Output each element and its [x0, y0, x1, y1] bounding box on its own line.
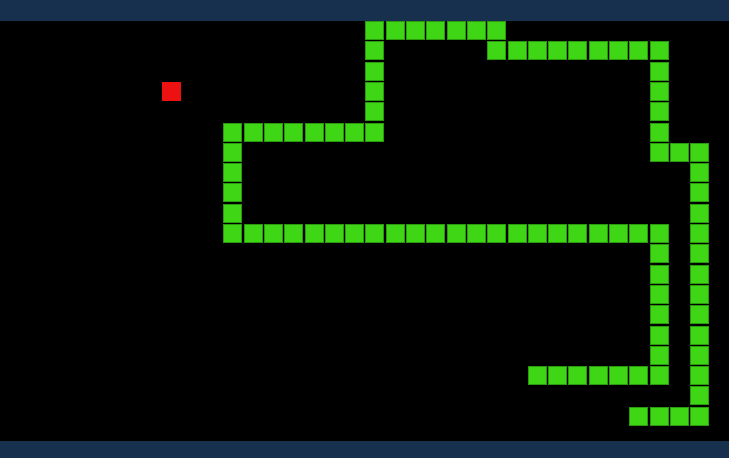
snake-segment — [650, 62, 669, 81]
snake-segment — [365, 62, 384, 81]
snake-segment — [447, 21, 466, 40]
snake-segment — [223, 143, 242, 162]
snake-segment — [589, 224, 608, 243]
snake-segment — [487, 224, 506, 243]
bottom-bar — [0, 441, 729, 458]
snake-segment — [690, 204, 709, 223]
snake-segment — [650, 41, 669, 60]
snake-segment — [528, 41, 547, 60]
snake-segment — [223, 123, 242, 142]
snake-segment — [629, 224, 648, 243]
snake-segment — [670, 407, 689, 426]
snake-segment — [650, 305, 669, 324]
snake-segment — [244, 224, 263, 243]
snake-segment — [365, 123, 384, 142]
snake-segment — [345, 224, 364, 243]
snake-segment-end — [365, 21, 384, 40]
snake-segment — [690, 407, 709, 426]
snake-segment — [650, 143, 669, 162]
snake-segment — [690, 305, 709, 324]
snake-segment — [650, 224, 669, 243]
snake-segment — [650, 123, 669, 142]
snake-segment — [426, 224, 445, 243]
snake-segment — [690, 183, 709, 202]
snake-segment — [609, 224, 628, 243]
snake-segment — [305, 224, 324, 243]
snake-segment — [467, 224, 486, 243]
snake-segment — [690, 326, 709, 345]
snake-segment — [284, 224, 303, 243]
snake-segment — [629, 366, 648, 385]
snake-segment — [325, 123, 344, 142]
snake-segment — [650, 366, 669, 385]
snake-segment — [650, 244, 669, 263]
snake-segment — [609, 41, 628, 60]
snake-segment — [568, 366, 587, 385]
snake-segment — [264, 224, 283, 243]
snake-segment — [426, 21, 445, 40]
snake-segment — [650, 285, 669, 304]
snake-segment — [223, 163, 242, 182]
snake-segment — [589, 41, 608, 60]
snake-segment — [508, 41, 527, 60]
snake-segment — [690, 346, 709, 365]
snake-segment — [690, 366, 709, 385]
snake-segment — [650, 346, 669, 365]
snake-segment — [548, 41, 567, 60]
snake-segment — [650, 407, 669, 426]
snake-segment — [223, 183, 242, 202]
snake-segment — [223, 204, 242, 223]
snake-segment — [528, 224, 547, 243]
snake-segment — [244, 123, 263, 142]
snake-segment — [690, 163, 709, 182]
snake-segment — [386, 224, 405, 243]
snake-segment — [386, 21, 405, 40]
snake-segment — [548, 224, 567, 243]
snake-segment — [284, 123, 303, 142]
snake-segment — [487, 41, 506, 60]
snake-segment — [568, 41, 587, 60]
snake-segment — [365, 224, 384, 243]
snake-segment — [365, 102, 384, 121]
snake-segment — [650, 326, 669, 345]
snake-segment — [629, 41, 648, 60]
snake-segment — [406, 21, 425, 40]
snake-segment — [650, 102, 669, 121]
snake-segment — [670, 143, 689, 162]
snake-segment — [365, 41, 384, 60]
snake-segment — [548, 366, 567, 385]
snake-segment — [487, 21, 506, 40]
top-bar — [0, 0, 729, 21]
snake-segment — [690, 386, 709, 405]
snake-segment — [690, 285, 709, 304]
snake-segment — [508, 224, 527, 243]
snake-segment — [365, 82, 384, 101]
snake-segment — [528, 366, 547, 385]
snake-segment — [629, 407, 648, 426]
snake-segment — [447, 224, 466, 243]
snake-segment — [650, 265, 669, 284]
snake-segment — [690, 224, 709, 243]
snake-segment — [609, 366, 628, 385]
snake-segment — [305, 123, 324, 142]
snake-segment — [467, 21, 486, 40]
snake-segment — [690, 265, 709, 284]
snake-segment — [589, 366, 608, 385]
snake-segment — [325, 224, 344, 243]
snake-segment — [406, 224, 425, 243]
snake-segment — [345, 123, 364, 142]
food-pellet — [162, 82, 181, 101]
snake-segment — [690, 143, 709, 162]
snake-segment — [223, 224, 242, 243]
snake-segment — [568, 224, 587, 243]
snake-segment — [690, 244, 709, 263]
game-board[interactable] — [0, 21, 729, 441]
snake-segment — [650, 82, 669, 101]
snake-segment — [264, 123, 283, 142]
